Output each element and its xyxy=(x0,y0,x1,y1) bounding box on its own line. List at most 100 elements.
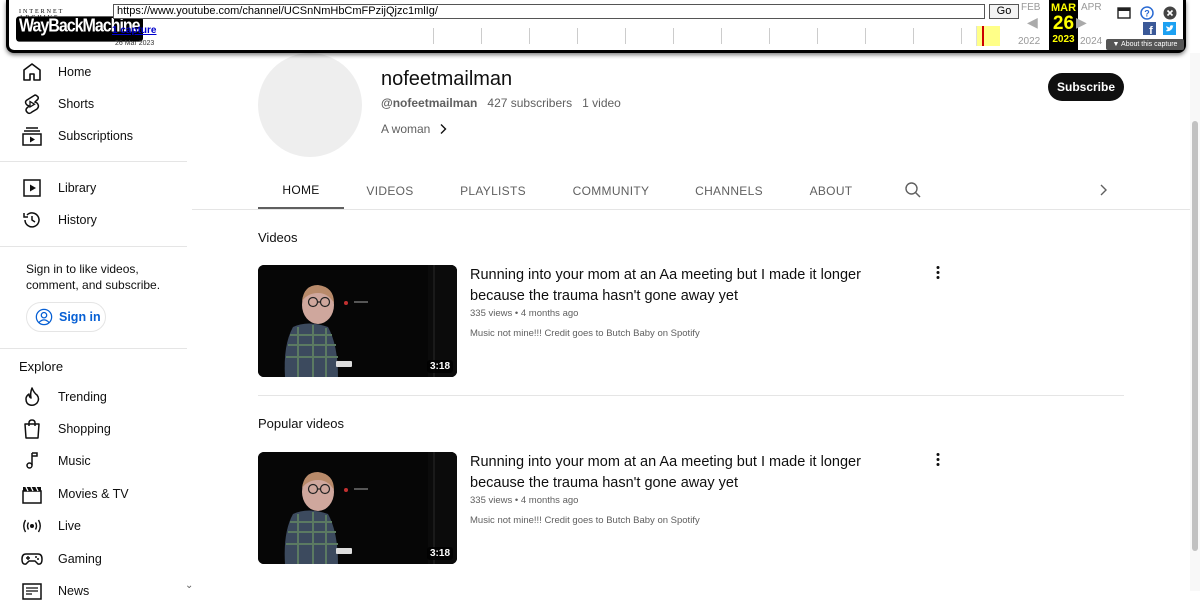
sidebar-item-label: Music xyxy=(58,454,91,468)
sidebar-divider xyxy=(0,246,187,247)
timeline-tick xyxy=(625,28,626,44)
sidebar-item-live[interactable]: Live xyxy=(12,510,188,542)
video-meta: 335 views • 4 months ago xyxy=(470,495,579,506)
shopping-icon xyxy=(24,419,40,439)
video-thumbnail[interactable]: 3:18 xyxy=(258,452,457,564)
sidebar-item-label: Live xyxy=(58,519,81,533)
scrollbar-thumb[interactable] xyxy=(1192,121,1198,551)
sidebar-item-music[interactable]: Music xyxy=(12,445,188,477)
section-title: Videos xyxy=(258,230,298,245)
channel-avatar[interactable] xyxy=(258,53,362,157)
sidebar-item-movies[interactable]: Movies & TV xyxy=(12,478,188,510)
sidebar-item-shorts[interactable]: Shorts xyxy=(12,88,188,120)
channel-tabs: HOME VIDEOS PLAYLISTS COMMUNITY CHANNELS… xyxy=(192,172,1192,210)
subscribe-button[interactable]: Subscribe xyxy=(1048,73,1124,101)
about-capture-button[interactable]: ▼ About this capture xyxy=(1106,39,1184,50)
sidebar-item-shopping[interactable]: Shopping xyxy=(12,413,188,445)
timeline-tick xyxy=(913,28,914,44)
sidebar-item-gaming[interactable]: Gaming xyxy=(12,543,188,575)
video-item[interactable]: 3:18 Running into your mom at an Aa meet… xyxy=(258,452,948,564)
signin-button[interactable]: Sign in xyxy=(26,302,106,332)
home-icon xyxy=(23,63,41,81)
timeline-tick xyxy=(865,28,866,44)
window-icon[interactable] xyxy=(1117,6,1131,20)
capture-date: 26 Mar 2023 xyxy=(115,40,155,47)
channel-about-link[interactable]: A woman xyxy=(381,122,448,136)
tab-community[interactable]: COMMUNITY xyxy=(568,172,654,209)
video-count: 1 video xyxy=(582,96,621,110)
chevron-down-icon[interactable]: ⌄ xyxy=(185,580,193,591)
prev-capture-arrow-icon[interactable]: ◀ xyxy=(1027,14,1038,31)
tab-channels[interactable]: CHANNELS xyxy=(690,172,768,209)
video-title[interactable]: Running into your mom at an Aa meeting b… xyxy=(470,265,890,307)
help-icon[interactable]: ? xyxy=(1140,6,1154,20)
next-capture-arrow-icon[interactable]: ▶ xyxy=(1076,14,1087,31)
sidebar-item-home[interactable]: Home xyxy=(12,56,188,88)
facebook-icon[interactable]: f xyxy=(1143,22,1156,35)
capture-timeline[interactable] xyxy=(429,24,1015,46)
wayback-toolbar: INTERNET ARCHIVE WayBackMachine https://… xyxy=(6,0,1186,53)
prev-year-label[interactable]: 2022 xyxy=(1018,36,1040,47)
tab-videos[interactable]: VIDEOS xyxy=(358,172,422,209)
video-age: 4 months ago xyxy=(520,308,579,319)
sidebar-item-news[interactable]: News xyxy=(12,575,188,607)
sidebar: Home Shorts Subscriptions Library Histor… xyxy=(0,53,193,600)
prev-month-label[interactable]: FEB xyxy=(1021,2,1040,13)
twitter-icon[interactable] xyxy=(1163,22,1176,35)
video-age: 4 months ago xyxy=(520,495,579,506)
music-icon xyxy=(26,452,38,469)
sidebar-item-trending[interactable]: Trending xyxy=(12,381,188,413)
more-options-icon[interactable] xyxy=(930,452,946,468)
video-thumbnail[interactable]: 3:18 xyxy=(258,265,457,377)
svg-text:?: ? xyxy=(1144,9,1150,19)
timeline-current-month xyxy=(976,26,1000,46)
video-item[interactable]: 3:18 Running into your mom at an Aa meet… xyxy=(258,265,948,377)
gaming-icon xyxy=(21,553,43,565)
wayback-go-button[interactable]: Go xyxy=(989,4,1019,19)
video-views: 335 views xyxy=(470,495,513,506)
sidebar-divider xyxy=(0,161,187,162)
captures-link[interactable]: 1 capture xyxy=(112,25,156,36)
channel-handle: @nofeetmailman xyxy=(381,96,478,110)
tab-home[interactable]: HOME xyxy=(258,172,344,209)
timeline-tick xyxy=(721,28,722,44)
video-title[interactable]: Running into your mom at an Aa meeting b… xyxy=(470,452,890,494)
current-day: 26 xyxy=(1052,13,1075,34)
subscriptions-icon xyxy=(22,127,42,146)
timeline-tick xyxy=(577,28,578,44)
history-icon xyxy=(23,212,40,228)
next-year-label[interactable]: 2024 xyxy=(1080,36,1102,47)
timeline-capture-marker xyxy=(982,26,984,46)
sidebar-item-library[interactable]: Library xyxy=(12,172,188,204)
tab-about[interactable]: ABOUT xyxy=(804,172,858,209)
tab-playlists[interactable]: PLAYLISTS xyxy=(454,172,532,209)
channel-meta: @nofeetmailman 427 subscribers 1 video xyxy=(381,96,621,110)
subscriber-count: 427 subscribers xyxy=(487,96,573,110)
wayback-url-input[interactable]: https://www.youtube.com/channel/UCSnNmHb… xyxy=(113,4,985,19)
sidebar-item-history[interactable]: History xyxy=(12,204,188,236)
page-scrollbar[interactable] xyxy=(1190,53,1200,591)
search-icon[interactable] xyxy=(904,181,922,199)
sidebar-item-subscriptions[interactable]: Subscriptions xyxy=(12,120,188,152)
sidebar-item-label: Movies & TV xyxy=(58,487,129,501)
close-icon[interactable] xyxy=(1163,6,1177,20)
sidebar-item-label: History xyxy=(58,213,97,227)
timeline-tick xyxy=(961,28,962,44)
sidebar-item-label: Shorts xyxy=(58,97,95,111)
more-options-icon[interactable] xyxy=(930,265,946,281)
next-month-label[interactable]: APR xyxy=(1081,2,1102,13)
trending-icon xyxy=(25,387,40,406)
sidebar-item-label: Home xyxy=(58,65,92,79)
sidebar-item-label: Gaming xyxy=(58,552,102,566)
svg-text:f: f xyxy=(1149,25,1153,35)
current-capture-date: MAR 26 2023 xyxy=(1049,0,1078,50)
video-views: 335 views xyxy=(470,308,513,319)
chevron-right-icon xyxy=(440,124,447,134)
timeline-tick xyxy=(673,28,674,44)
section-divider xyxy=(258,395,1124,396)
current-year: 2023 xyxy=(1052,34,1075,45)
sidebar-item-label: News xyxy=(58,584,90,598)
sidebar-item-label: Trending xyxy=(58,390,107,404)
chevron-right-icon[interactable] xyxy=(1095,182,1111,198)
wayback-logo[interactable]: INTERNET ARCHIVE WayBackMachine xyxy=(13,4,143,48)
